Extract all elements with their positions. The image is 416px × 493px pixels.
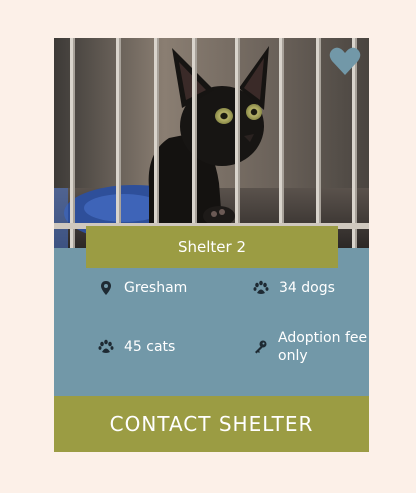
paw-icon [98, 339, 114, 355]
shelter-card: Shelter 2 Gresham 34 dogs 45 cats Adopti… [54, 38, 369, 452]
kitten-in-cage-image [54, 38, 369, 248]
shelter-name: Shelter 2 [86, 226, 338, 268]
key-icon [252, 339, 268, 355]
dogs-count-text: 34 dogs [279, 280, 335, 296]
map-pin-icon [98, 280, 114, 296]
fee-text: Adoption fee only [278, 330, 368, 364]
location-text: Gresham [124, 280, 188, 296]
paw-icon [253, 280, 269, 296]
contact-shelter-button[interactable]: CONTACT SHELTER [54, 396, 369, 452]
favorite-heart-icon[interactable] [329, 46, 361, 76]
shelter-photo [54, 38, 369, 248]
cats-count-text: 45 cats [124, 339, 176, 355]
